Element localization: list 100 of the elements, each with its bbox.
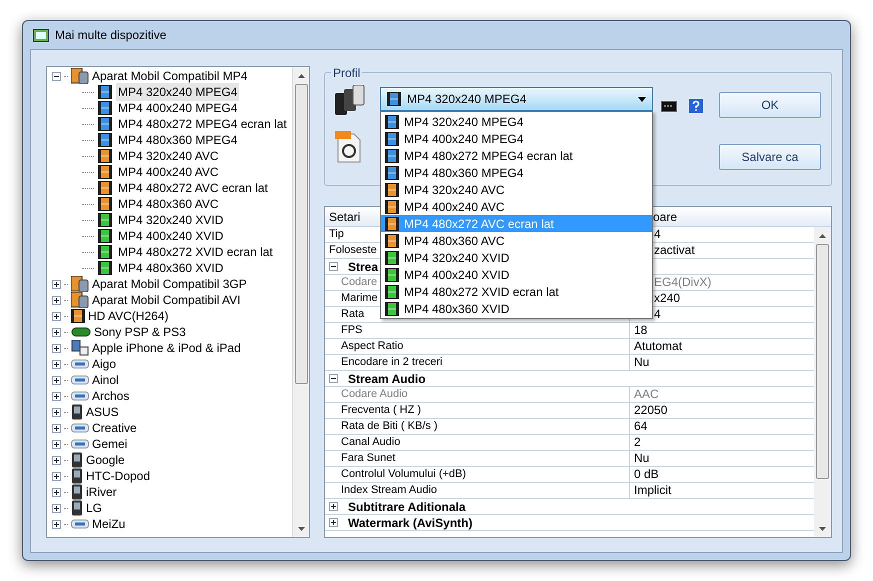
- property-value: x240: [653, 291, 682, 306]
- app-icon: [33, 28, 49, 42]
- tree-item[interactable]: Aparat Mobil Compatibil AVI: [92, 291, 241, 309]
- media-device-icon: [71, 340, 89, 356]
- dropdown-caret-icon: [638, 96, 646, 102]
- scrollbar[interactable]: [814, 227, 831, 537]
- expand-toggle[interactable]: [52, 408, 61, 416]
- tree-item[interactable]: MP4 480x272 MPEG4 ecran lat: [116, 115, 289, 133]
- property-value: 4: [653, 227, 662, 242]
- expand-toggle[interactable]: [52, 328, 61, 336]
- expand-toggle[interactable]: [52, 520, 61, 528]
- tree-item[interactable]: MP4 480x272 XVID ecran lat: [116, 243, 275, 261]
- expand-toggle[interactable]: [52, 440, 61, 448]
- tree-item[interactable]: Aigo: [92, 355, 116, 373]
- dialog-button[interactable]: OK: [719, 92, 821, 118]
- scrollbar[interactable]: [292, 67, 309, 537]
- tree-item[interactable]: MP4 320x240 AVC: [116, 147, 221, 165]
- tree-item[interactable]: Aparat Mobil Compatibil MP4: [92, 67, 248, 85]
- phone-icon: [71, 404, 83, 420]
- collapse-toggle[interactable]: [329, 262, 338, 271]
- expand-toggle[interactable]: [52, 504, 61, 512]
- window-title: Mai multe dispozitive: [55, 27, 166, 44]
- tree-item[interactable]: Creative: [92, 419, 137, 437]
- property-value: Implicit: [633, 483, 672, 498]
- property-value: EG4(DivX): [653, 275, 712, 290]
- tree-item[interactable]: MP4 480x360 MPEG4: [116, 131, 240, 149]
- group-heading: Strea: [348, 258, 378, 276]
- tree-item[interactable]: MeiZu: [92, 515, 126, 533]
- collapse-toggle[interactable]: [329, 374, 338, 383]
- dropdown-option[interactable]: MP4 400x240 AVC: [381, 198, 652, 215]
- collapse-toggle[interactable]: [52, 72, 61, 80]
- expand-toggle[interactable]: [52, 392, 61, 400]
- phone-film-icon: [71, 276, 89, 292]
- property-value: 18: [633, 323, 648, 338]
- console-icon: [661, 100, 677, 112]
- tree-item[interactable]: MP4 400x240 MPEG4: [116, 99, 240, 117]
- phone-icon: [71, 468, 83, 484]
- handheld-console-icon: [71, 326, 91, 338]
- tree-item[interactable]: LG: [86, 499, 102, 517]
- dropdown-option[interactable]: MP4 480x360 MPEG4: [381, 164, 652, 181]
- tree-item[interactable]: iRiver: [86, 483, 117, 501]
- tree-item[interactable]: Apple iPhone & iPod & iPad: [92, 339, 241, 357]
- expand-toggle[interactable]: [52, 344, 61, 352]
- tree-item[interactable]: MP4 480x360 AVC: [116, 195, 221, 213]
- tree-item[interactable]: Archos: [92, 387, 130, 405]
- property-value: AAC: [633, 387, 660, 402]
- scroll-down-arrow-icon[interactable]: [298, 526, 304, 530]
- group-heading: Watermark (AviSynth): [348, 514, 472, 532]
- expand-toggle[interactable]: [52, 296, 61, 304]
- media-player-icon: [71, 359, 89, 369]
- dropdown-option[interactable]: MP4 480x272 XVID ecran lat: [381, 283, 652, 300]
- expand-toggle[interactable]: [329, 502, 338, 511]
- tree-item[interactable]: MP4 400x240 AVC: [116, 163, 221, 181]
- dropdown-option[interactable]: MP4 480x272 MPEG4 ecran lat: [381, 147, 652, 164]
- expand-toggle[interactable]: [52, 376, 61, 384]
- property-value: 64: [633, 419, 648, 434]
- tree-item[interactable]: HD AVC(H264): [88, 307, 168, 325]
- expand-toggle[interactable]: [52, 360, 61, 368]
- tree-item[interactable]: MP4 480x272 AVC ecran lat: [116, 179, 270, 197]
- tree-item[interactable]: MP4 320x240 MPEG4: [116, 83, 240, 101]
- expand-toggle[interactable]: [52, 424, 61, 432]
- property-name: Aspect Ratio: [325, 339, 630, 354]
- tree-item[interactable]: ASUS: [86, 403, 119, 421]
- tree-item[interactable]: Gemei: [92, 435, 128, 453]
- dropdown-option[interactable]: MP4 480x360 XVID: [381, 300, 652, 317]
- property-name: FPS: [325, 323, 630, 338]
- media-player-icon: [71, 375, 89, 385]
- expand-toggle[interactable]: [52, 312, 61, 320]
- film-icon: [71, 309, 85, 323]
- expand-toggle[interactable]: [52, 488, 61, 496]
- tree-item[interactable]: HTC-Dopod: [86, 467, 150, 485]
- scroll-up-arrow-icon[interactable]: [819, 234, 826, 238]
- tree-item[interactable]: Sony PSP & PS3: [94, 323, 186, 341]
- media-player-icon: [71, 519, 89, 529]
- dropdown-option[interactable]: MP4 320x240 AVC: [381, 181, 652, 198]
- expand-toggle[interactable]: [329, 518, 338, 527]
- phones-icon: [335, 85, 365, 117]
- phone-film-icon: [71, 292, 89, 308]
- tree-item[interactable]: Aparat Mobil Compatibil 3GP: [92, 275, 247, 293]
- dropdown-option[interactable]: MP4 320x240 XVID: [381, 249, 652, 266]
- scroll-up-arrow-icon[interactable]: [298, 74, 304, 78]
- media-player-icon: [71, 391, 89, 401]
- video-file-icon: [335, 131, 362, 163]
- tree-item[interactable]: Google: [86, 451, 125, 469]
- tree-item[interactable]: Ainol: [92, 371, 119, 389]
- expand-toggle[interactable]: [52, 280, 61, 288]
- media-player-icon: [71, 423, 89, 433]
- scroll-down-arrow-icon[interactable]: [819, 526, 826, 530]
- dropdown-option[interactable]: MP4 400x240 MPEG4: [381, 130, 652, 147]
- tree-item[interactable]: MP4 480x360 XVID: [116, 259, 226, 277]
- dropdown-option[interactable]: MP4 320x240 MPEG4: [381, 113, 652, 130]
- help-icon[interactable]: [689, 99, 703, 113]
- dialog-button[interactable]: Salvare ca: [719, 144, 821, 170]
- tree-item[interactable]: MP4 400x240 XVID: [116, 227, 226, 245]
- tree-item[interactable]: MP4 320x240 XVID: [116, 211, 226, 229]
- profile-dropdown[interactable]: MP4 320x240 MPEG4: [380, 87, 653, 111]
- expand-toggle[interactable]: [52, 456, 61, 464]
- dropdown-option[interactable]: MP4 400x240 XVID: [381, 266, 652, 283]
- dropdown-option[interactable]: MP4 480x360 AVC: [381, 232, 652, 249]
- expand-toggle[interactable]: [52, 472, 61, 480]
